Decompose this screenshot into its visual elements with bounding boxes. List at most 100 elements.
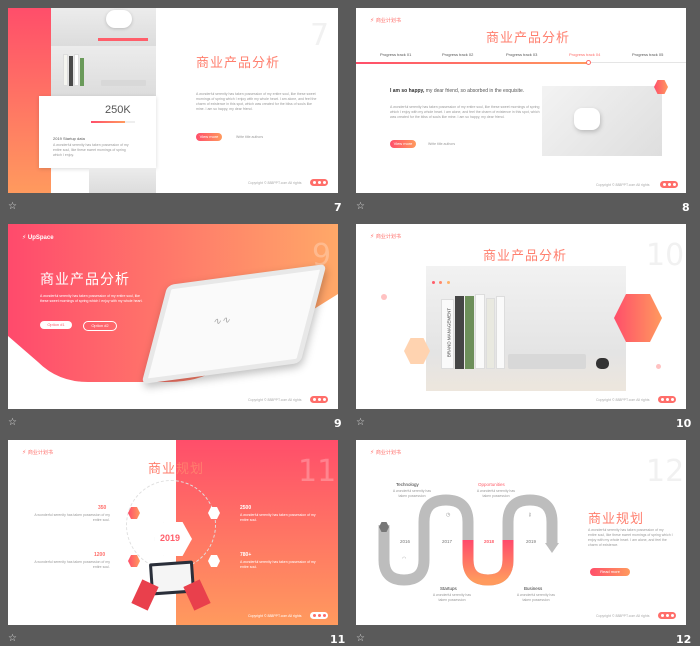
star-icon[interactable]: ☆: [8, 417, 17, 428]
nav-dots[interactable]: [658, 396, 676, 403]
slide-thumbnail-8[interactable]: ⚡ 商业计划书 商业产品分析 Progress track 01 Progres…: [356, 8, 686, 193]
logo-text: 商业计划书: [27, 450, 53, 456]
item-value-3: 2500: [240, 505, 252, 511]
label-startups-desc: A wonderful serenity has taken possessio…: [432, 593, 472, 602]
book: [496, 296, 505, 369]
view-more-button[interactable]: View more: [196, 133, 222, 141]
logo: ⚡ 商业计划书: [370, 18, 401, 24]
label-technology-desc: A wonderful serenity has taken possessio…: [392, 489, 432, 498]
item-desc-4: A wonderful serenity has taken possessio…: [240, 560, 316, 569]
copyright: Copyright © 888PPT.com All rights: [596, 183, 650, 187]
read-more-button[interactable]: Read more: [590, 568, 630, 576]
stat-fill: [91, 121, 125, 123]
view-more-button[interactable]: View more: [390, 140, 416, 148]
book: [63, 54, 68, 86]
body-text: A wonderful serenity has taken possessio…: [196, 92, 317, 111]
item-value-1: 350: [98, 505, 107, 511]
decor-dot: [656, 364, 661, 369]
nav-dots[interactable]: [660, 181, 678, 188]
item-value-4: 780+: [240, 552, 252, 558]
ghost-slide-number: 7: [310, 18, 330, 53]
slide-thumbnail-10[interactable]: ⚡ 商业计划书 10 商业产品分析 BRAND MANAGEMENT Copyr…: [356, 224, 686, 409]
body-text: A wonderful serenity has taken possessio…: [40, 294, 143, 303]
book: [455, 296, 464, 369]
books-laptop-photo: BRAND MANAGEMENT: [426, 266, 626, 391]
copyright: Copyright © 888PPT.com All rights: [596, 398, 650, 402]
label-opportunities-desc: A wonderful serenity has taken possessio…: [476, 489, 516, 498]
headline-rest: my dear friend, so absorbed in the exqui…: [424, 88, 525, 94]
nav-dots[interactable]: [658, 612, 676, 619]
nav-dots[interactable]: [310, 396, 328, 403]
progress-track-5[interactable]: Progress track 05: [632, 52, 663, 57]
progress-tracks: Progress track 01 Progress track 02 Prog…: [376, 52, 671, 62]
star-icon[interactable]: ☆: [8, 201, 17, 212]
logo-text: UpSpace: [27, 235, 54, 241]
ghost-slide-number: 10: [646, 238, 685, 273]
decor-dot: [381, 294, 387, 300]
slide-number: 7: [334, 201, 342, 214]
progress-track-2[interactable]: Progress track 02: [442, 52, 473, 57]
star-icon[interactable]: ☆: [356, 633, 365, 644]
progress-track-4[interactable]: Progress track 04: [569, 52, 600, 57]
year-2017: 2017: [442, 539, 453, 544]
item-desc-3: A wonderful serenity has taken possessio…: [240, 513, 316, 522]
progress-fill-line: [356, 62, 588, 64]
copyright: Copyright © 888PPT.com All rights: [596, 614, 650, 618]
star-icon[interactable]: ☆: [8, 633, 17, 644]
star-icon[interactable]: ☆: [356, 201, 365, 212]
slide-thumbnail-7[interactable]: 250K 2019 Startup data A wonderful seren…: [8, 8, 338, 193]
body-text: A wonderful serenity has taken possessio…: [390, 105, 540, 119]
slide-title: 商业产品分析: [40, 272, 130, 288]
author-link[interactable]: Write title authors: [428, 142, 455, 146]
logo: ⚡ 商业计划书: [22, 450, 53, 456]
book: [69, 56, 73, 86]
year-label: 2019: [160, 533, 181, 543]
books-photo: [51, 46, 156, 96]
slide-title: 商业产品分析: [486, 31, 571, 46]
star-icon[interactable]: ☆: [356, 417, 365, 428]
body-text: A wonderful serenity has taken possessio…: [588, 528, 673, 547]
slide-title: 商业规划: [588, 512, 645, 527]
logo: ⚡ 商业计划书: [370, 234, 401, 240]
book: [74, 54, 79, 86]
item-value-2: 1200: [94, 552, 106, 558]
year-2018: 2018: [484, 539, 495, 544]
laptop: [508, 354, 586, 369]
slide-thumbnail-11[interactable]: ⚡ 商业计划书 11 商业规划 2019 350 A wonderful ser…: [8, 440, 338, 625]
slide-title: 商业规划: [148, 462, 205, 477]
option-1-button[interactable]: Option #1: [40, 321, 72, 329]
headline: I am so happy, my dear friend, so absorb…: [390, 88, 530, 95]
logo-text: 商业计划书: [375, 234, 401, 240]
progress-handle[interactable]: [586, 60, 591, 65]
stat-card: 250K 2019 Startup data A wonderful seren…: [39, 96, 156, 168]
label-technology: Technology: [396, 482, 419, 487]
hands-holding-tablet: [131, 558, 211, 611]
cable-icon: ∿∿: [211, 314, 233, 328]
book: BRAND MANAGEMENT: [441, 299, 454, 369]
earbuds-case: [106, 10, 132, 28]
key-icon: ⚷: [528, 512, 532, 518]
slide-number: 11: [330, 633, 346, 646]
label-business: Business: [524, 586, 543, 591]
label-opportunities: Opportunities: [478, 482, 505, 487]
cable-photo: [89, 168, 156, 193]
slide-thumbnail-12[interactable]: ⚡ 商业计划书 12 Technology A wonderful sereni…: [356, 440, 686, 625]
item-desc-2: A wonderful serenity has taken possessio…: [34, 560, 110, 569]
nav-dots[interactable]: [310, 179, 328, 186]
progress-track-1[interactable]: Progress track 01: [380, 52, 411, 57]
author-link[interactable]: Write title authors: [236, 135, 263, 139]
accent-line: [98, 38, 148, 41]
year-2016: 2016: [400, 539, 411, 544]
slide-thumbnail-9[interactable]: ⚡ UpSpace 9 商业产品分析 A wonderful serenity …: [8, 224, 338, 409]
nav-dots[interactable]: [310, 612, 328, 619]
slide-title: 商业产品分析: [196, 56, 281, 71]
laptop: [101, 80, 146, 86]
copyright: Copyright © 888PPT.com All rights: [248, 398, 302, 402]
label-startups: Startups: [440, 586, 457, 591]
earbuds-case: [574, 108, 600, 130]
progress-track-3[interactable]: Progress track 03: [506, 52, 537, 57]
logo-text: 商业计划书: [375, 18, 401, 24]
option-2-button[interactable]: Option #2: [83, 321, 117, 331]
headline-bold: I am so happy,: [390, 88, 425, 94]
item-desc-1: A wonderful serenity has taken possessio…: [34, 513, 110, 522]
